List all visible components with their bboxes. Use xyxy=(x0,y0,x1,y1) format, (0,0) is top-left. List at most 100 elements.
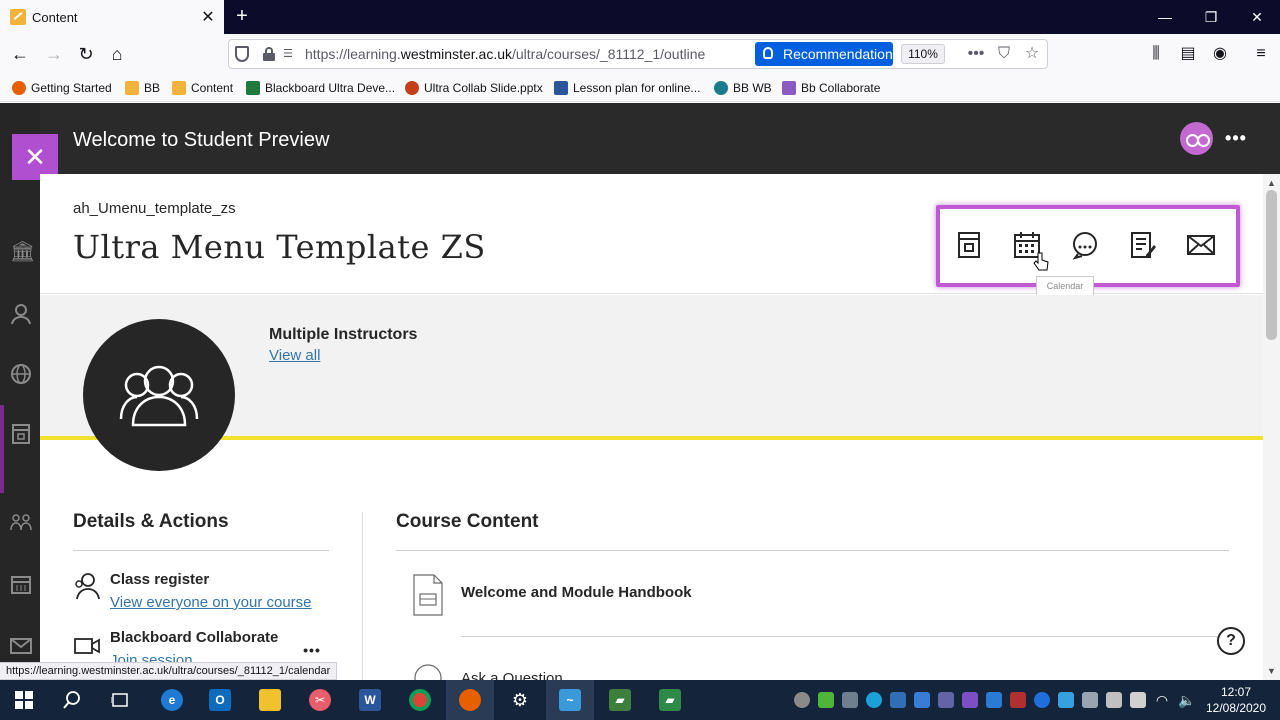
task-view-icon[interactable] xyxy=(96,680,144,720)
blackboard-collaborate-title: Blackboard Collaborate xyxy=(110,629,279,646)
bookmark-ultra-collab-slide[interactable]: Ultra Collab Slide.pptx xyxy=(405,79,543,97)
tray-app-icon[interactable] xyxy=(818,692,834,708)
bluetooth-icon[interactable] xyxy=(1034,692,1050,708)
blackboard-favicon-icon xyxy=(10,9,26,25)
tray-app-icon[interactable] xyxy=(962,692,978,708)
minimize-window-button[interactable]: — xyxy=(1142,0,1188,34)
view-everyone-link[interactable]: View everyone on your course xyxy=(110,594,312,611)
back-icon[interactable]: ← xyxy=(6,40,34,68)
organizations-icon[interactable] xyxy=(10,511,32,533)
outlook-app-icon[interactable]: O xyxy=(196,680,244,720)
link-status-bar: https://learning.westminster.ac.uk/ultra… xyxy=(0,662,338,680)
permissions-icon[interactable]: ☰ xyxy=(283,48,297,60)
profile-icon[interactable] xyxy=(10,303,32,325)
forward-icon[interactable]: → xyxy=(40,40,68,68)
help-icon[interactable]: ? xyxy=(1217,627,1245,655)
base-navigation: 🏛 xyxy=(0,103,40,680)
tray-app-icon[interactable] xyxy=(914,692,930,708)
messages-icon[interactable] xyxy=(1186,230,1216,260)
xbox-app-icon[interactable]: ▰ xyxy=(596,680,644,720)
bookmark-bb[interactable]: BB xyxy=(125,79,160,97)
menu-icon[interactable]: ≡ xyxy=(1247,40,1275,68)
bookmark-lesson-plan[interactable]: Lesson plan for online... xyxy=(554,79,700,97)
calendar-nav-icon[interactable] xyxy=(10,573,32,595)
bookmark-bb-collaborate[interactable]: Bb Collaborate xyxy=(782,79,880,97)
chrome-app-icon[interactable] xyxy=(396,680,444,720)
tray-app-icon[interactable] xyxy=(986,692,1002,708)
wifi-icon[interactable]: ◠ xyxy=(1154,692,1170,708)
bookmark-content[interactable]: Content xyxy=(172,79,233,97)
document-icon xyxy=(412,574,444,616)
zoom-level-button[interactable]: 110% xyxy=(901,44,945,64)
collaborate-more-options-icon[interactable]: ••• xyxy=(300,643,324,657)
content-item-title[interactable]: Welcome and Module Handbook xyxy=(461,584,692,601)
course-content-icon[interactable] xyxy=(954,230,984,260)
browser-toolbar: ← → ↻ ⌂ ☰ https://learning.westminster.a… xyxy=(0,34,1280,74)
bookmark-bb-wb[interactable]: BB WB xyxy=(714,79,772,97)
instructors-avatar xyxy=(83,319,235,471)
preview-user-avatar[interactable] xyxy=(1180,122,1213,155)
browser-tab-content[interactable]: Content ✕ xyxy=(0,0,224,34)
onedrive-icon[interactable] xyxy=(890,692,906,708)
search-icon[interactable] xyxy=(48,680,96,720)
scroll-down-arrow-icon[interactable]: ▼ xyxy=(1263,664,1280,678)
security-icon[interactable] xyxy=(1010,692,1026,708)
edge-app-icon[interactable]: e xyxy=(148,680,196,720)
recommendation-button[interactable]: Recommendation xyxy=(755,42,893,66)
gradebook-icon[interactable] xyxy=(1128,230,1158,260)
firefox-app-icon[interactable] xyxy=(446,680,494,720)
address-bar[interactable]: ☰ https://learning.westminster.ac.uk/ult… xyxy=(228,39,1048,69)
lightbulb-icon xyxy=(763,47,773,59)
content-item-title[interactable]: Ask a Question xyxy=(461,670,563,680)
close-window-button[interactable]: ✕ xyxy=(1234,0,1280,34)
lock-icon[interactable] xyxy=(263,47,275,61)
bookmark-blackboard-ultra[interactable]: Blackboard Ultra Deve... xyxy=(246,79,395,97)
tracking-protection-shield-icon[interactable] xyxy=(235,46,249,62)
more-options-icon[interactable]: ••• xyxy=(1224,128,1248,148)
new-tab-button[interactable]: + xyxy=(230,4,254,28)
battery-icon[interactable] xyxy=(1130,692,1146,708)
join-session-link[interactable]: Join session xyxy=(110,652,193,662)
snipping-tool-icon[interactable]: ✂ xyxy=(296,680,344,720)
tray-app-icon[interactable] xyxy=(1106,692,1122,708)
tray-app-icon[interactable] xyxy=(842,692,858,708)
teams-icon[interactable] xyxy=(938,692,954,708)
recorder-app-icon[interactable]: ▰ xyxy=(646,680,694,720)
courses-icon[interactable] xyxy=(10,423,32,445)
sidebar-icon[interactable]: ▤ xyxy=(1174,40,1202,68)
library-icon[interactable]: ⫼ xyxy=(1142,40,1170,68)
windows-icon xyxy=(15,691,33,709)
bookmark-getting-started[interactable]: Getting Started xyxy=(12,79,112,97)
file-explorer-icon[interactable] xyxy=(246,680,294,720)
volume-icon[interactable]: 🔈 xyxy=(1178,692,1195,708)
close-tab-icon[interactable]: ✕ xyxy=(196,7,220,27)
url-text[interactable]: https://learning.westminster.ac.uk/ultra… xyxy=(305,46,705,62)
scroll-up-arrow-icon[interactable]: ▲ xyxy=(1263,176,1280,190)
student-preview-title: Welcome to Student Preview xyxy=(73,129,330,151)
tray-app-icon[interactable] xyxy=(866,692,882,708)
institution-icon[interactable]: 🏛 xyxy=(10,241,35,263)
discussions-icon[interactable] xyxy=(1070,230,1100,260)
home-icon[interactable]: ⌂ xyxy=(103,40,131,68)
word-app-icon[interactable]: W xyxy=(346,680,394,720)
camtasia-app-icon[interactable]: ~ xyxy=(546,680,594,720)
account-icon[interactable]: ◉ xyxy=(1206,40,1234,68)
settings-app-icon[interactable]: ⚙ xyxy=(496,680,544,720)
restore-window-button[interactable]: ❐ xyxy=(1188,0,1234,34)
start-button[interactable] xyxy=(0,680,48,720)
tray-app-icon[interactable] xyxy=(1058,692,1074,708)
browser-tab-strip: Content ✕ + — ❐ ✕ xyxy=(0,0,1280,34)
scroll-thumb[interactable] xyxy=(1266,190,1277,340)
system-clock[interactable]: 12:07 12/08/2020 xyxy=(1200,684,1272,716)
globe-icon[interactable] xyxy=(10,363,32,385)
view-all-instructors-link[interactable]: View all xyxy=(269,347,320,364)
pocket-icon[interactable]: ⛉ xyxy=(993,43,1015,65)
tray-app-icon[interactable] xyxy=(794,692,810,708)
reload-icon[interactable]: ↻ xyxy=(72,40,100,68)
page-actions-icon[interactable]: ••• xyxy=(965,43,987,65)
blackboard-icon xyxy=(125,81,139,95)
bookmark-star-icon[interactable]: ☆ xyxy=(1021,43,1043,65)
messages-nav-icon[interactable] xyxy=(10,635,32,657)
video-camera-icon xyxy=(73,632,101,660)
tray-app-icon[interactable] xyxy=(1082,692,1098,708)
